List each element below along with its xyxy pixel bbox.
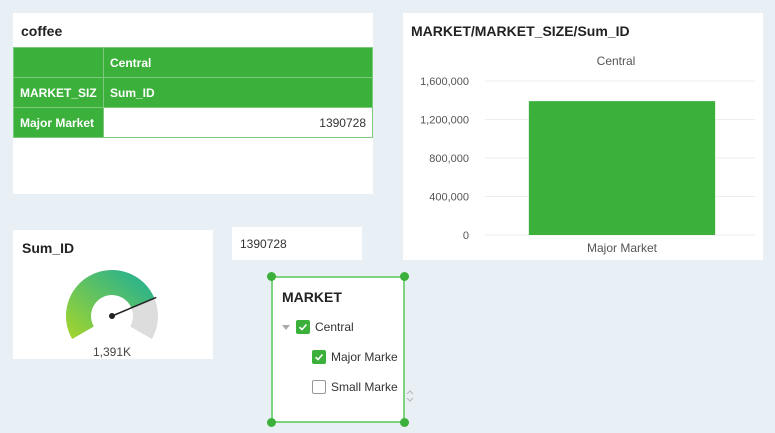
gauge-panel: Sum_ID 1,391K [13,230,213,359]
gauge-chart: 1,391K [65,269,158,359]
market-filter-panel[interactable]: MARKET Central Major Marke Small Marke [267,272,414,427]
checkbox-small-market[interactable] [312,380,326,394]
resize-handle-bottom-left[interactable] [267,418,276,427]
filter-item-major-market[interactable]: Major Marke [312,350,398,364]
bar-chart: Central 0 400,000 800,000 1,200,000 1,600,000… [420,54,755,255]
bar-chart-panel: MARKET/MARKET_SIZE/Sum_ID Central 0 400,00… [403,13,763,260]
table-header-row: MARKET_SIZ Sum_ID [13,77,373,108]
table-row[interactable]: Major Market 1390728 [13,107,373,138]
scroll-arrows-icon[interactable] [405,387,415,405]
gauge-needle-hub [109,313,115,319]
filter-item-label: Central [315,320,354,334]
filter-item-label: Small Marke [331,380,398,394]
gauge-value-label: 1,391K [93,345,131,359]
header-cell-market-size[interactable]: MARKET_SIZ [13,77,104,108]
resize-handle-top-left[interactable] [267,272,276,281]
checkbox-major-market[interactable] [312,350,326,364]
header-cell-sum-id[interactable]: Sum_ID [103,77,373,108]
kpi-panel: 1390728 [232,227,362,260]
pivot-table-title: coffee [21,23,63,39]
y-tick-label: 1,200,000 [420,115,469,127]
pivot-table: Central MARKET_SIZ Sum_ID Major Market 1… [13,47,373,138]
filter-item-central[interactable]: Central [282,320,354,334]
checkmark-icon [314,353,324,361]
bar-major-market [528,101,716,236]
resize-handle-bottom-right[interactable] [400,418,409,427]
x-tick-label: Major Market [587,241,658,255]
pivot-table-panel: coffee Central MARKET_SIZ Sum_ID Major M… [13,13,373,194]
row-label-cell[interactable]: Major Market [13,107,104,138]
header-cell-central[interactable]: Central [103,47,373,78]
kpi-value: 1390728 [240,237,287,251]
facet-label: Central [597,54,636,68]
y-tick-label: 1,600,000 [420,76,469,88]
header-cell-corner [13,47,104,78]
row-value-cell[interactable]: 1390728 [103,107,373,138]
checkmark-icon [298,323,308,331]
resize-handle-top-right[interactable] [400,272,409,281]
filter-title: MARKET [282,289,342,305]
y-tick-label: 400,000 [429,192,469,204]
filter-item-label: Major Marke [331,350,398,364]
y-tick-label: 0 [463,230,469,242]
y-tick-label: 800,000 [429,153,469,165]
table-header-row: Central [13,47,373,78]
checkbox-central[interactable] [296,320,310,334]
filter-item-small-market[interactable]: Small Marke [312,380,398,394]
collapse-arrow-icon[interactable] [282,324,290,330]
